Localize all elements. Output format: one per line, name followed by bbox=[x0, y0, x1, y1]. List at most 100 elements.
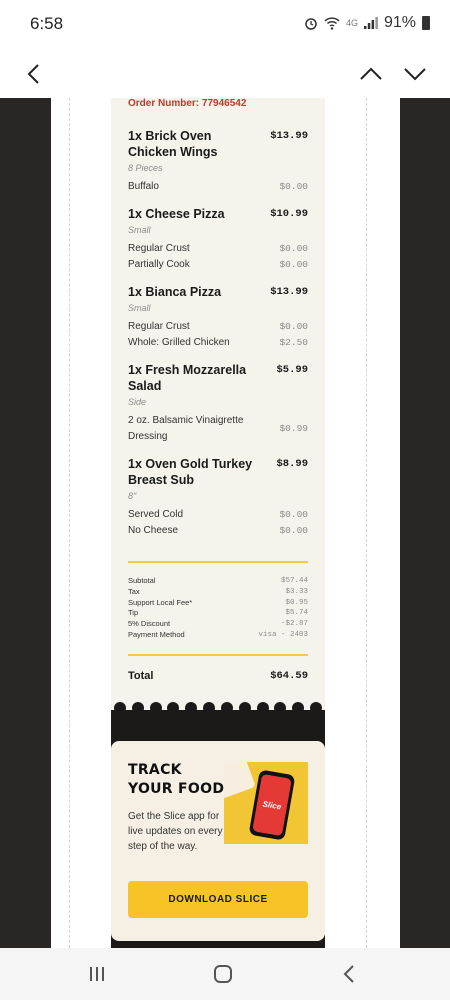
summary-row: Tip $5.74 bbox=[128, 608, 308, 619]
nav-bar bbox=[0, 48, 450, 100]
signal-icon bbox=[363, 17, 378, 29]
summary-value: $3.33 bbox=[285, 587, 308, 596]
summary-label: Payment Method bbox=[128, 629, 185, 639]
summary-row: Subtotal $57.44 bbox=[128, 576, 308, 587]
food-box-image bbox=[224, 762, 256, 799]
promo-card: TRACK YOUR FOOD Get the Slice app for li… bbox=[111, 741, 325, 941]
recent-apps-icon[interactable] bbox=[88, 966, 106, 982]
option-price: $0.00 bbox=[279, 509, 308, 520]
slice-logo: Slice bbox=[252, 773, 292, 837]
option-label: Regular Crust bbox=[128, 321, 190, 332]
order-item: 1x Brick Oven Chicken Wings $13.99 8 Pie… bbox=[128, 128, 308, 195]
item-name: 1x Bianca Pizza bbox=[128, 285, 222, 299]
system-nav-bar bbox=[0, 948, 450, 1000]
phone-image: Slice bbox=[248, 769, 296, 841]
item-price: $13.99 bbox=[270, 130, 308, 142]
option-price: $0.00 bbox=[279, 181, 308, 192]
item-name: 1x Fresh Mozzarella Salad bbox=[128, 363, 247, 393]
total-label: Total bbox=[128, 670, 154, 682]
option-price: $2.50 bbox=[279, 337, 308, 348]
item-option: Regular Crust $0.00 bbox=[128, 241, 308, 257]
status-time: 6:58 bbox=[30, 14, 64, 33]
promo-title-line: TRACK bbox=[128, 762, 182, 778]
scalloped-edge bbox=[111, 702, 325, 714]
option-price: $0.00 bbox=[279, 259, 308, 270]
option-label: Buffalo bbox=[128, 181, 159, 192]
item-name: 1x Cheese Pizza bbox=[128, 207, 225, 221]
summary-row: Support Local Fee* $0.95 bbox=[128, 598, 308, 609]
option-label: 2 oz. Balsamic Vinaigrette Dressing bbox=[128, 415, 244, 442]
summary-value: $57.44 bbox=[280, 577, 308, 585]
item-size: 8" bbox=[128, 491, 137, 501]
order-item: 1x Oven Gold Turkey Breast Sub $8.99 8" … bbox=[128, 456, 308, 539]
item-size: 8 Pieces bbox=[128, 163, 163, 173]
item-price: $5.99 bbox=[276, 364, 308, 376]
download-slice-button[interactable]: DOWNLOAD SLICE bbox=[128, 881, 308, 918]
option-price: $0.00 bbox=[279, 321, 308, 332]
summary-label: Subtotal bbox=[128, 576, 156, 585]
dashed-border-right bbox=[366, 98, 367, 948]
summary-row: 5% Discount -$2.87 bbox=[128, 619, 308, 630]
item-size: Small bbox=[128, 225, 151, 235]
home-icon[interactable] bbox=[213, 964, 233, 984]
dashed-border-left bbox=[69, 98, 70, 948]
item-option: Whole: Grilled Chicken $2.50 bbox=[128, 335, 308, 351]
option-price: $0.00 bbox=[279, 243, 308, 254]
item-price: $10.99 bbox=[270, 208, 308, 220]
back-icon[interactable] bbox=[342, 964, 356, 984]
item-option: 2 oz. Balsamic Vinaigrette Dressing $0.9… bbox=[128, 413, 308, 445]
receipt-viewer[interactable]: Order Number: 77946542 1x Brick Oven Chi… bbox=[0, 98, 450, 948]
option-price: $0.99 bbox=[279, 423, 308, 434]
status-icons: 4G 91% bbox=[304, 14, 430, 32]
back-arrow-icon[interactable] bbox=[22, 62, 46, 86]
summary-row: Tax $3.33 bbox=[128, 587, 308, 598]
alarm-icon bbox=[305, 18, 317, 30]
total-value: $64.59 bbox=[270, 670, 308, 682]
summary-value: visa - 2403 bbox=[258, 630, 308, 639]
order-item: 1x Fresh Mozzarella Salad $5.99 Side 2 o… bbox=[128, 362, 308, 445]
option-label: Served Cold bbox=[128, 509, 184, 520]
order-number: Order Number: 77946542 bbox=[128, 98, 247, 109]
item-name: 1x Brick Oven Chicken Wings bbox=[128, 129, 218, 159]
option-label: Whole: Grilled Chicken bbox=[128, 337, 230, 348]
item-size: Side bbox=[128, 397, 147, 407]
option-label: No Cheese bbox=[128, 525, 179, 536]
item-price: $8.99 bbox=[276, 458, 308, 470]
divider bbox=[128, 561, 308, 563]
item-option: Regular Crust $0.00 bbox=[128, 319, 308, 335]
chevron-down-icon[interactable] bbox=[402, 62, 428, 86]
option-price: $0.00 bbox=[279, 525, 308, 536]
summary-label: Tip bbox=[128, 608, 139, 618]
order-total: Total $64.59 bbox=[128, 670, 308, 682]
item-option: No Cheese $0.00 bbox=[128, 523, 308, 539]
item-size: Small bbox=[128, 303, 151, 313]
divider bbox=[128, 654, 308, 656]
wifi-icon bbox=[324, 17, 340, 30]
summary-value: $0.95 bbox=[285, 598, 308, 607]
item-price: $13.99 bbox=[270, 286, 308, 298]
chevron-up-icon[interactable] bbox=[358, 62, 384, 86]
promo-text: Get the Slice app for live updates on ev… bbox=[128, 811, 223, 852]
item-option: Served Cold $0.00 bbox=[128, 507, 308, 523]
summary-label: 5% Discount bbox=[128, 619, 171, 629]
order-item: 1x Cheese Pizza $10.99 Small Regular Cru… bbox=[128, 206, 308, 273]
summary-value: $5.74 bbox=[285, 609, 308, 618]
option-label: Regular Crust bbox=[128, 243, 190, 254]
item-name: 1x Oven Gold Turkey Breast Sub bbox=[128, 457, 253, 487]
promo-title: TRACK YOUR FOOD bbox=[128, 761, 224, 799]
app-promo-image: Slice bbox=[224, 762, 308, 844]
order-item: 1x Bianca Pizza $13.99 Small Regular Cru… bbox=[128, 284, 308, 351]
battery-percent: 91% bbox=[383, 14, 416, 31]
order-summary: Subtotal $57.44 Tax $3.33 Support Local … bbox=[128, 576, 308, 641]
summary-row: Payment Method visa - 2403 bbox=[128, 630, 308, 641]
summary-value: -$2.87 bbox=[280, 620, 308, 629]
promo-title-line: YOUR FOOD bbox=[128, 781, 225, 797]
option-label: Partially Cook bbox=[128, 259, 190, 270]
status-bar: 6:58 4G 91% bbox=[0, 0, 450, 48]
network-type: 4G bbox=[345, 18, 358, 28]
battery-icon bbox=[422, 16, 430, 30]
item-option: Buffalo $0.00 bbox=[128, 179, 308, 195]
item-option: Partially Cook $0.00 bbox=[128, 257, 308, 273]
summary-label: Tax bbox=[128, 586, 140, 596]
summary-label: Support Local Fee* bbox=[128, 597, 193, 607]
